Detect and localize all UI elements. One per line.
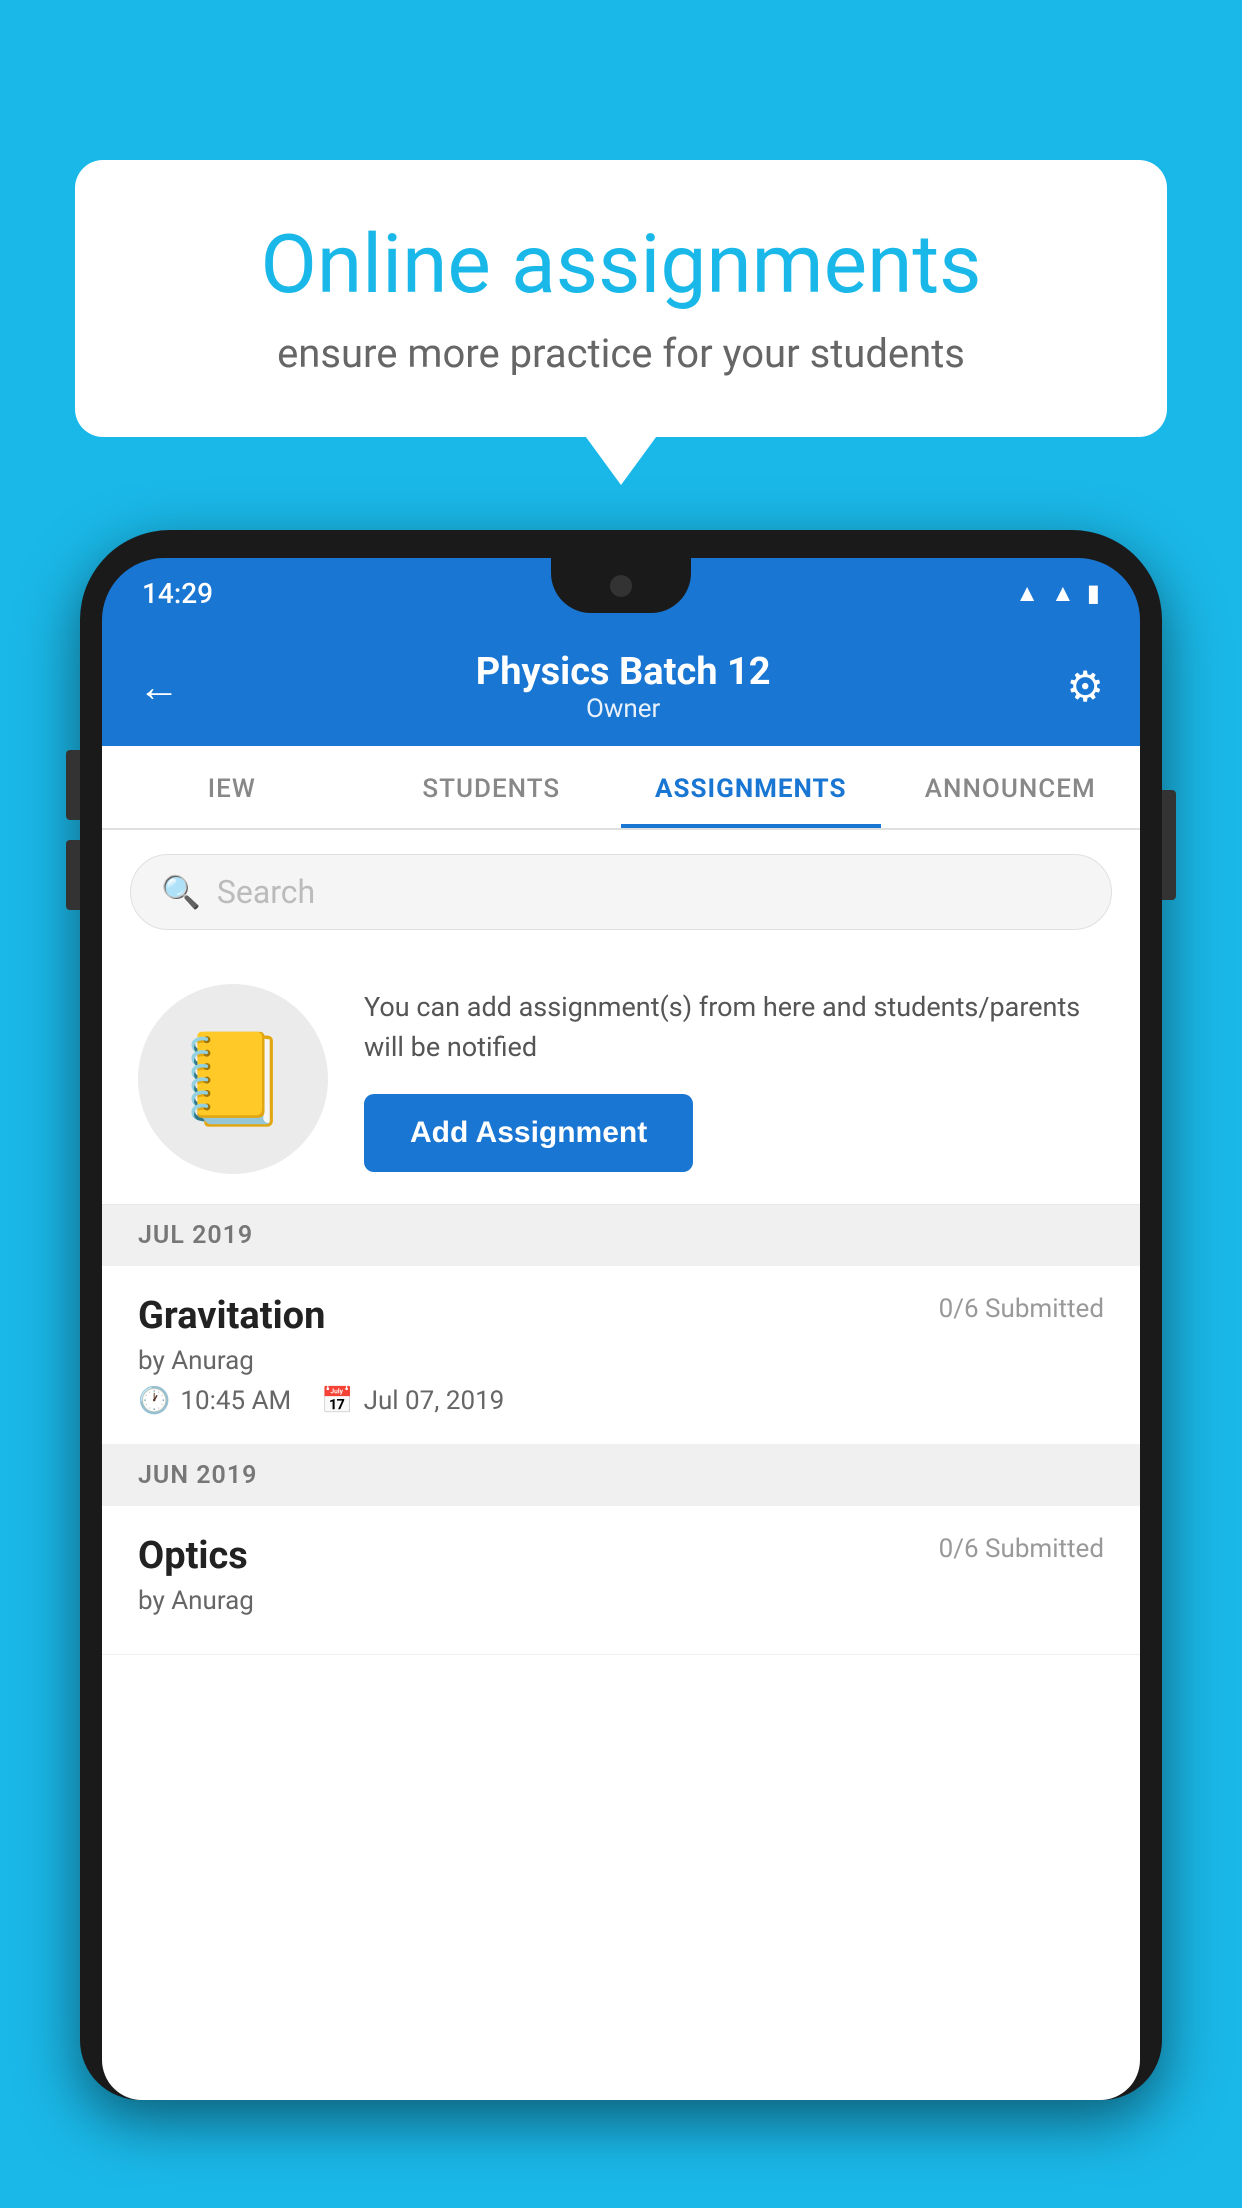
app-header: ← Physics Batch 12 Owner ⚙ [102, 628, 1140, 746]
search-icon: 🔍 [161, 873, 201, 911]
power-button [1162, 790, 1176, 900]
batch-title: Physics Batch 12 [476, 650, 771, 694]
assignment-submitted: 0/6 Submitted [939, 1294, 1104, 1324]
assignment-name: Gravitation [138, 1294, 325, 1338]
assignment-icon-circle: 📒 [138, 984, 328, 1174]
assignment-row-top: Gravitation 0/6 Submitted [138, 1294, 1104, 1338]
promo-section: Online assignments ensure more practice … [75, 160, 1167, 437]
phone-outer: 14:29 ▲ ▲ ▮ ← Physics Batch 12 Owner ⚙ [80, 530, 1162, 2100]
add-assignment-desc: You can add assignment(s) from here and … [364, 987, 1104, 1068]
clock-icon: 🕐 [138, 1386, 170, 1416]
phone-frame: 14:29 ▲ ▲ ▮ ← Physics Batch 12 Owner ⚙ [80, 530, 1162, 2208]
promo-title: Online assignments [145, 220, 1097, 310]
wifi-icon: ▲ [1015, 579, 1039, 608]
add-assignment-section: 📒 You can add assignment(s) from here an… [102, 954, 1140, 1205]
camera [610, 575, 632, 597]
tab-assignments[interactable]: ASSIGNMENTS [621, 746, 881, 828]
assignment-gravitation[interactable]: Gravitation 0/6 Submitted by Anurag 🕐 10… [102, 1266, 1140, 1445]
month-jun-2019: JUN 2019 [102, 1445, 1140, 1506]
phone-notch [551, 558, 691, 613]
tabs-bar: IEW STUDENTS ASSIGNMENTS ANNOUNCEM [102, 746, 1140, 830]
status-icons: ▲ ▲ ▮ [1015, 579, 1100, 608]
status-time: 14:29 [142, 577, 213, 610]
assignment-optics-by: by Anurag [138, 1586, 1104, 1616]
volume-up-button [66, 750, 80, 820]
settings-icon[interactable]: ⚙ [1066, 662, 1104, 712]
assignment-by: by Anurag [138, 1346, 1104, 1376]
assignment-optics[interactable]: Optics 0/6 Submitted by Anurag [102, 1506, 1140, 1655]
add-assignment-content: You can add assignment(s) from here and … [364, 987, 1104, 1172]
add-assignment-button[interactable]: Add Assignment [364, 1094, 693, 1172]
tab-announcements[interactable]: ANNOUNCEM [881, 746, 1141, 828]
header-center: Physics Batch 12 Owner [476, 650, 771, 724]
calendar-icon: 📅 [321, 1386, 353, 1416]
meta-time: 🕐 10:45 AM [138, 1386, 291, 1416]
app-screen: ← Physics Batch 12 Owner ⚙ IEW STUDENTS … [102, 628, 1140, 2100]
month-jul-2019: JUL 2019 [102, 1205, 1140, 1266]
search-container: 🔍 Search [102, 830, 1140, 954]
assignment-row-top-optics: Optics 0/6 Submitted [138, 1534, 1104, 1578]
volume-down-button [66, 840, 80, 910]
tab-iew[interactable]: IEW [102, 746, 362, 828]
tab-students[interactable]: STUDENTS [362, 746, 622, 828]
notebook-icon: 📒 [177, 1027, 289, 1132]
assignment-optics-submitted: 0/6 Submitted [939, 1534, 1104, 1564]
search-input[interactable]: Search [217, 873, 315, 911]
status-bar: 14:29 ▲ ▲ ▮ [102, 558, 1140, 628]
assignment-meta: 🕐 10:45 AM 📅 Jul 07, 2019 [138, 1386, 1104, 1416]
back-button[interactable]: ← [138, 663, 180, 712]
assignment-optics-name: Optics [138, 1534, 248, 1578]
search-bar[interactable]: 🔍 Search [130, 854, 1112, 930]
signal-icon: ▲ [1051, 579, 1075, 608]
assignment-date: Jul 07, 2019 [364, 1386, 505, 1416]
promo-bubble: Online assignments ensure more practice … [75, 160, 1167, 437]
assignment-time: 10:45 AM [180, 1386, 291, 1416]
promo-subtitle: ensure more practice for your students [145, 330, 1097, 377]
battery-icon: ▮ [1087, 579, 1100, 607]
meta-date: 📅 Jul 07, 2019 [321, 1386, 504, 1416]
owner-label: Owner [476, 694, 771, 724]
